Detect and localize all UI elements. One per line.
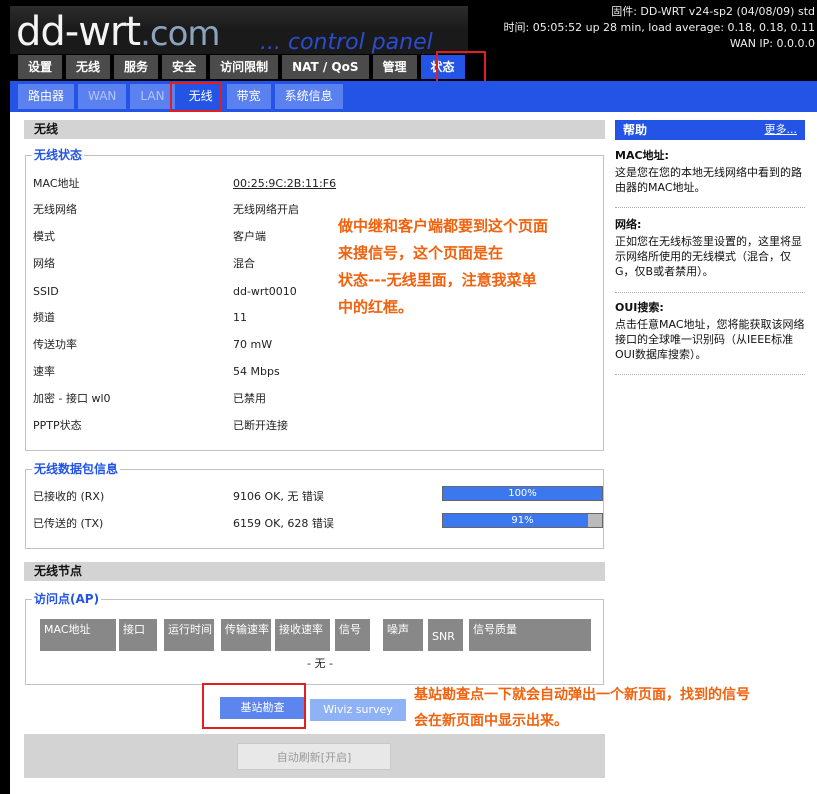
annotation-box-wireless-subtab <box>170 82 222 112</box>
ap-table-header: MAC地址 接口 运行时间 传输速率 接收速率 信号 噪声 SNR 信号质量 <box>40 619 600 651</box>
main-nav: 设置 无线 服务 安全 访问限制 NAT / QoS 管理 状态 <box>18 55 469 79</box>
ap-legend: 访问点(AP) <box>32 591 102 607</box>
col-mac[interactable]: MAC地址 <box>40 619 116 651</box>
annotation-note-middle: 做中继和客户端都要到这个页面 来搜信号，这个页面是在 状态---无线里面，注意我… <box>338 217 549 316</box>
help-more-link[interactable]: 更多... <box>765 120 798 140</box>
subtab-sysinfo[interactable]: 系统信息 <box>274 84 343 109</box>
annotation-note-bottom: 基站勘查点一下就会自动弹出一个新页面，找到的信号 会在新页面中显示出来。 <box>414 687 750 729</box>
col-snr[interactable]: SNR <box>428 619 463 651</box>
rx-progress-bar: 100% <box>442 486 603 501</box>
logo-tagline: ... control panel <box>260 30 433 54</box>
system-info: 固件: DD-WRT v24-sp2 (04/08/09) std 时间: 05… <box>504 4 816 52</box>
help-item-oui: OUI搜索: 点击任意MAC地址，您将能获取该网络接口的全球唯一识别码（从IEEE… <box>615 301 805 361</box>
help-divider <box>615 374 805 375</box>
help-item-mac: MAC地址: 这是您在您的本地无线网络中看到的路由器的MAC地址。 <box>615 149 802 194</box>
packet-info-legend: 无线数据包信息 <box>32 461 121 477</box>
tx-progress-bar: 91% <box>442 513 603 528</box>
mac-address-link[interactable]: 00:25:9C:2B:11:F6 <box>233 176 336 191</box>
wiviz-survey-button[interactable]: Wiviz survey <box>310 699 406 721</box>
col-interface[interactable]: 接口 <box>119 619 157 651</box>
col-rx-rate[interactable]: 接收速率 <box>275 619 330 651</box>
annotation-box-site-survey <box>202 683 306 729</box>
tab-administration[interactable]: 管理 <box>372 55 417 79</box>
packet-row-tx: 已传送的 (TX) 6159 OK, 628 错误 91% <box>33 513 603 543</box>
wireless-nodes-title: 无线节点 <box>24 562 605 581</box>
subtab-wan[interactable]: WAN <box>78 84 127 109</box>
auto-refresh-button[interactable]: 自动刷新[开启] <box>237 743 391 770</box>
col-tx-rate[interactable]: 传输速率 <box>221 619 271 651</box>
packet-row-rx: 已接收的 (RX) 9106 OK, 无 错误 100% <box>33 486 603 516</box>
tab-wireless[interactable]: 无线 <box>66 55 111 79</box>
tab-nat-qos[interactable]: NAT / QoS <box>282 55 369 79</box>
help-divider <box>615 207 805 208</box>
wan-ip: WAN IP: 0.0.0.0 <box>729 37 815 50</box>
tab-services[interactable]: 服务 <box>114 55 159 79</box>
help-item-network: 网络: 正如您在无线标签里设置的，这里将显示网络所使用的无线模式（混合，仅G，仅B… <box>615 218 802 278</box>
dd-wrt-logo: dd-wrt.com ... control panel <box>10 6 468 54</box>
main-content: 无线 无线状态 MAC地址 00:25:9C:2B:11:F6 无线网络 无线网络… <box>10 112 817 794</box>
annotation-box-status-tab <box>436 51 486 83</box>
help-divider <box>615 292 805 293</box>
tab-setup[interactable]: 设置 <box>18 55 63 79</box>
wireless-status-legend: 无线状态 <box>32 147 85 163</box>
help-header: 帮助 更多... <box>615 120 805 140</box>
firmware-version: 固件: DD-WRT v24-sp2 (04/08/09) std <box>611 5 815 18</box>
tab-access-restrictions[interactable]: 访问限制 <box>210 55 279 79</box>
subtab-lan[interactable]: LAN <box>130 84 175 109</box>
ap-table-empty: - 无 - <box>307 657 333 670</box>
col-signal-quality[interactable]: 信号质量 <box>469 619 591 651</box>
help-title: 帮助 <box>623 123 648 137</box>
col-noise[interactable]: 噪声 <box>383 619 423 651</box>
subtab-bandwidth[interactable]: 带宽 <box>226 84 271 109</box>
subtab-router[interactable]: 路由器 <box>18 84 75 109</box>
wireless-section-title: 无线 <box>24 120 605 139</box>
col-uptime[interactable]: 运行时间 <box>164 619 214 651</box>
col-signal[interactable]: 信号 <box>335 619 370 651</box>
uptime: 时间: 05:05:52 up 28 min, load average: 0.… <box>503 21 816 34</box>
tab-security[interactable]: 安全 <box>162 55 207 79</box>
